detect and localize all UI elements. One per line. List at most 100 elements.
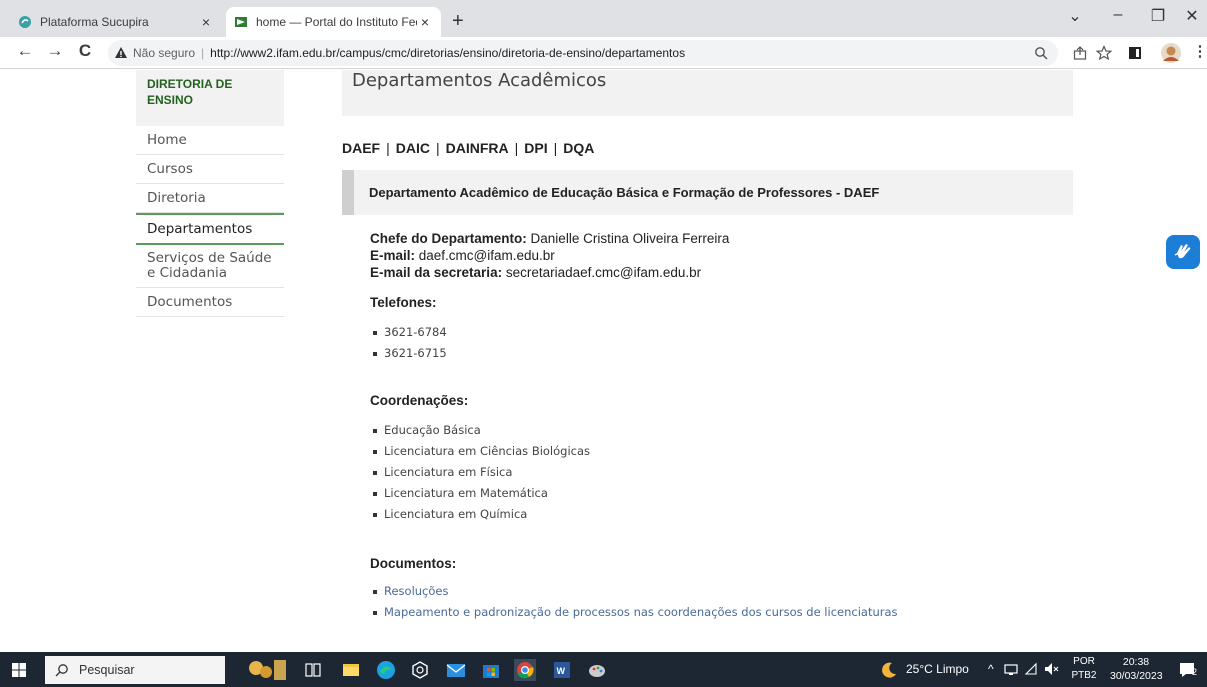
lang-line2: PTB2 [1071, 670, 1097, 681]
list-item: Licenciatura em Química [370, 504, 1070, 525]
dept-link-dainfra[interactable]: DAINFRA [446, 140, 509, 156]
dept-separator: | [386, 140, 390, 156]
document-link-resolucoes[interactable]: Resoluções [370, 581, 1070, 602]
volume-icon[interactable] [1044, 662, 1060, 676]
sucupira-favicon-icon [19, 16, 31, 28]
list-item: Licenciatura em Matemática [370, 483, 1070, 504]
close-tab-icon[interactable]: × [417, 14, 433, 30]
tab-search-dropdown-icon[interactable]: ⌄ [1055, 6, 1095, 26]
sidebar-item-servicos-saude[interactable]: Serviços de Saúde e Cidadania [136, 245, 284, 288]
minimize-button[interactable]: – [1098, 6, 1138, 24]
close-window-button[interactable]: ✕ [1172, 6, 1207, 26]
reload-button[interactable]: C [74, 41, 96, 61]
department-header: Departamento Acadêmico de Educação Básic… [342, 170, 1073, 215]
windows-start-icon[interactable] [12, 663, 26, 677]
dept-separator: | [553, 140, 558, 156]
page-title: Departamentos Acadêmicos [352, 70, 607, 91]
email-sec-line: E-mail da secretaria: secretariadaef.cmc… [370, 264, 1070, 281]
dept-link-daef[interactable]: DAEF [342, 140, 380, 156]
notification-center-button[interactable]: 2 [1178, 659, 1202, 681]
forward-button[interactable]: → [44, 41, 66, 61]
coordenacoes-title: Coordenações: [370, 393, 469, 408]
settings-cube-icon[interactable] [410, 660, 430, 680]
network-icon[interactable] [1004, 662, 1018, 676]
file-explorer-icon[interactable] [342, 661, 360, 679]
taskbar-search-input[interactable]: Pesquisar [45, 656, 225, 684]
chefe-value: Danielle Cristina Oliveira Ferreira [530, 231, 730, 246]
chefe-label: Chefe do Departamento: [370, 231, 527, 246]
browser-toolbar: ← → C Não seguro | http://www2.ifam.edu.… [0, 37, 1207, 69]
tab-strip: Plataforma Sucupira × home — Portal do I… [0, 0, 1207, 37]
word-icon[interactable]: W [552, 660, 572, 680]
menu-icon[interactable]: ⋮ [1190, 42, 1207, 60]
list-item: Educação Básica [370, 420, 1070, 441]
mail-icon[interactable] [446, 661, 466, 679]
dept-separator: | [436, 140, 440, 156]
department-links: DAEF | DAIC | DAINFRA | DPI | DQA [342, 140, 594, 156]
weather-text[interactable]: 25°C Limpo [906, 662, 969, 676]
page-title-box: Departamentos Acadêmicos [342, 70, 1073, 116]
back-button[interactable]: ← [14, 41, 36, 61]
notification-count: 2 [1192, 667, 1198, 677]
search-icon [55, 664, 68, 677]
sidebar-heading-line2: ENSINO [147, 93, 194, 107]
email-sec-label: E-mail da secretaria: [370, 265, 503, 280]
tray-chevron-icon[interactable]: ^ [988, 662, 994, 676]
dept-link-dpi[interactable]: DPI [524, 140, 547, 156]
chefe-line: Chefe do Departamento: Danielle Cristina… [370, 230, 1070, 247]
page-content: DIRETORIA DE ENSINO Home Cursos Diretori… [0, 70, 1207, 652]
list-item: Licenciatura em Ciências Biológicas [370, 441, 1070, 462]
url-text[interactable]: http://www2.ifam.edu.br/campus/cmc/diret… [210, 46, 685, 60]
news-widget-icon[interactable] [246, 656, 290, 684]
sidebar-heading-line1: DIRETORIA DE [147, 77, 233, 91]
new-tab-button[interactable]: + [452, 10, 464, 33]
svg-text:W: W [557, 666, 566, 676]
sidebar-item-diretoria[interactable]: Diretoria [136, 184, 284, 213]
telefones-title: Telefones: [370, 295, 437, 310]
dept-link-dqa[interactable]: DQA [563, 140, 594, 156]
dept-link-daic[interactable]: DAIC [396, 140, 430, 156]
star-icon[interactable] [1096, 45, 1112, 61]
paint-icon[interactable] [587, 660, 607, 680]
tab-plataforma-sucupira[interactable]: Plataforma Sucupira × [10, 7, 222, 37]
store-icon[interactable] [481, 660, 501, 680]
share-icon[interactable] [1073, 46, 1087, 60]
sidebar-menu: Home Cursos Diretoria Departamentos Serv… [136, 126, 284, 317]
accessibility-button[interactable] [1166, 235, 1200, 269]
coordenacoes-list: Educação Básica Licenciatura em Ciências… [370, 420, 1070, 525]
address-separator: | [201, 46, 205, 60]
task-view-icon[interactable] [305, 662, 321, 678]
dept-separator: | [514, 140, 519, 156]
moon-weather-icon [882, 662, 896, 678]
clock-date: 30/03/2023 [1110, 670, 1163, 682]
sidebar-heading: DIRETORIA DE ENSINO [136, 70, 284, 126]
security-label[interactable]: Não seguro [133, 46, 195, 60]
language-indicator[interactable]: POR PTB2 [1069, 655, 1099, 683]
sign-language-icon [1174, 244, 1191, 259]
profile-icon[interactable] [1160, 42, 1182, 64]
list-item: Licenciatura em Física [370, 462, 1070, 483]
taskbar-clock[interactable]: 20:38 30/03/2023 [1110, 655, 1163, 683]
sidebar-item-cursos[interactable]: Cursos [136, 155, 284, 184]
tab-portal-ifam[interactable]: home — Portal do Instituto Fede × [226, 7, 441, 37]
documentos-title: Documentos: [370, 556, 457, 571]
list-item: 3621-6784 [370, 322, 1070, 343]
list-item: 3621-6715 [370, 343, 1070, 364]
document-link-mapeamento[interactable]: Mapeamento e padronização de processos n… [370, 602, 1070, 623]
email-sec-value[interactable]: secretariadaef.cmc@ifam.edu.br [506, 265, 701, 280]
documentos-list: Resoluções Mapeamento e padronização de … [370, 581, 1070, 623]
zoom-icon[interactable] [1034, 46, 1048, 60]
sidebar-item-departamentos[interactable]: Departamentos [136, 213, 284, 245]
email-value[interactable]: daef.cmc@ifam.edu.br [419, 248, 555, 263]
address-bar[interactable]: Não seguro | http://www2.ifam.edu.br/cam… [108, 40, 1058, 66]
close-tab-icon[interactable]: × [198, 14, 214, 30]
sidebar-item-documentos[interactable]: Documentos [136, 288, 284, 317]
edge-browser-icon[interactable] [376, 660, 396, 680]
department-details: Chefe do Departamento: Danielle Cristina… [370, 230, 1070, 623]
sidebar-item-home[interactable]: Home [136, 126, 284, 155]
sidepanel-icon[interactable] [1128, 46, 1142, 60]
department-header-title: Departamento Acadêmico de Educação Básic… [369, 185, 880, 200]
chrome-browser-icon[interactable] [514, 659, 536, 681]
warning-icon [115, 47, 127, 58]
wifi-icon[interactable] [1024, 662, 1038, 676]
